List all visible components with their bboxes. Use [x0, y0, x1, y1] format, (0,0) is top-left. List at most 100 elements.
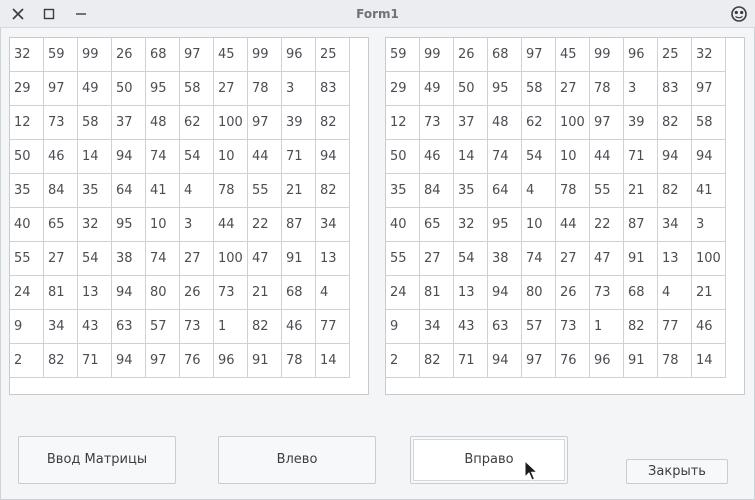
grid-cell[interactable]: 44 [555, 207, 590, 242]
grid-cell[interactable]: 71 [623, 139, 658, 174]
grid-cell[interactable]: 95 [487, 207, 522, 242]
grid-cell[interactable]: 73 [43, 105, 78, 140]
grid-cell[interactable]: 82 [419, 343, 454, 378]
left-matrix-grid[interactable]: 32 59 99 26 68 97 45 99 96 25 29 97 49 50 95 58 27 78 3 83 1… [9, 37, 369, 395]
grid-cell[interactable]: 74 [145, 139, 180, 174]
grid-cell[interactable]: 96 [623, 38, 658, 72]
grid-cell[interactable]: 49 [419, 71, 454, 106]
grid-cell[interactable]: 14 [453, 139, 488, 174]
grid-cell[interactable]: 21 [247, 275, 282, 310]
grid-cell[interactable]: 29 [10, 71, 44, 106]
grid-cell[interactable]: 58 [521, 71, 556, 106]
grid-cell[interactable]: 71 [453, 343, 488, 378]
grid-cell[interactable]: 26 [555, 275, 590, 310]
grid-cell[interactable]: 21 [691, 275, 726, 310]
grid-cell[interactable]: 49 [77, 71, 112, 106]
grid-cell[interactable]: 95 [111, 207, 146, 242]
grid-cell[interactable]: 4 [657, 275, 692, 310]
grid-cell[interactable]: 54 [179, 139, 214, 174]
grid-cell[interactable]: 54 [521, 139, 556, 174]
grid-cell[interactable]: 35 [386, 173, 420, 208]
grid-cell[interactable]: 27 [179, 241, 214, 276]
grid-cell[interactable]: 97 [247, 105, 282, 140]
grid-cell[interactable]: 26 [111, 38, 146, 72]
grid-cell[interactable]: 96 [281, 38, 316, 72]
grid-cell[interactable]: 63 [111, 309, 146, 344]
grid-cell[interactable]: 71 [281, 139, 316, 174]
grid-cell[interactable]: 38 [111, 241, 146, 276]
grid-cell[interactable]: 39 [281, 105, 316, 140]
grid-cell[interactable]: 40 [10, 207, 44, 242]
grid-cell[interactable]: 34 [315, 207, 350, 242]
grid-cell[interactable]: 2 [10, 343, 44, 378]
grid-cell[interactable]: 45 [555, 38, 590, 72]
grid-cell[interactable]: 12 [386, 105, 420, 140]
grid-cell[interactable]: 82 [315, 105, 350, 140]
grid-cell[interactable]: 97 [521, 343, 556, 378]
grid-cell[interactable]: 27 [43, 241, 78, 276]
grid-cell[interactable]: 37 [111, 105, 146, 140]
grid-cell[interactable]: 82 [657, 105, 692, 140]
grid-cell[interactable]: 27 [213, 71, 248, 106]
grid-cell[interactable]: 82 [657, 173, 692, 208]
grid-cell[interactable]: 27 [555, 241, 590, 276]
grid-cell[interactable]: 94 [111, 139, 146, 174]
grid-cell[interactable]: 73 [589, 275, 624, 310]
grid-cell[interactable]: 97 [145, 343, 180, 378]
grid-cell[interactable]: 57 [145, 309, 180, 344]
grid-cell[interactable]: 81 [43, 275, 78, 310]
grid-cell[interactable]: 43 [77, 309, 112, 344]
grid-cell[interactable]: 82 [43, 343, 78, 378]
grid-cell[interactable]: 50 [386, 139, 420, 174]
grid-cell[interactable]: 99 [247, 38, 282, 72]
grid-cell[interactable]: 97 [589, 105, 624, 140]
grid-cell[interactable]: 74 [521, 241, 556, 276]
grid-cell[interactable]: 84 [43, 173, 78, 208]
grid-cell[interactable]: 24 [386, 275, 420, 310]
grid-cell[interactable]: 13 [315, 241, 350, 276]
grid-cell[interactable]: 35 [77, 173, 112, 208]
grid-cell[interactable]: 78 [657, 343, 692, 378]
grid-cell[interactable]: 100 [213, 105, 248, 140]
grid-cell[interactable]: 45 [213, 38, 248, 72]
grid-cell[interactable]: 83 [657, 71, 692, 106]
grid-cell[interactable]: 94 [111, 343, 146, 378]
grid-cell[interactable]: 27 [419, 241, 454, 276]
grid-cell[interactable]: 29 [386, 71, 420, 106]
grid-cell[interactable]: 27 [555, 71, 590, 106]
grid-cell[interactable]: 41 [145, 173, 180, 208]
grid-cell[interactable]: 97 [691, 71, 726, 106]
grid-cell[interactable]: 91 [623, 241, 658, 276]
grid-cell[interactable]: 96 [213, 343, 248, 378]
grid-cell[interactable]: 73 [179, 309, 214, 344]
grid-cell[interactable]: 55 [386, 241, 420, 276]
grid-cell[interactable]: 68 [487, 38, 522, 72]
grid-cell[interactable]: 94 [315, 139, 350, 174]
grid-cell[interactable]: 99 [589, 38, 624, 72]
grid-cell[interactable]: 94 [691, 139, 726, 174]
grid-cell[interactable]: 35 [10, 173, 44, 208]
grid-cell[interactable]: 46 [281, 309, 316, 344]
grid-cell[interactable]: 1 [213, 309, 248, 344]
grid-cell[interactable]: 58 [691, 105, 726, 140]
grid-cell[interactable]: 63 [487, 309, 522, 344]
grid-cell[interactable]: 10 [213, 139, 248, 174]
grid-cell[interactable]: 41 [691, 173, 726, 208]
grid-cell[interactable]: 4 [315, 275, 350, 310]
grid-cell[interactable]: 68 [145, 38, 180, 72]
grid-cell[interactable]: 10 [521, 207, 556, 242]
grid-cell[interactable]: 87 [623, 207, 658, 242]
grid-cell[interactable]: 32 [10, 38, 44, 72]
grid-cell[interactable]: 21 [623, 173, 658, 208]
grid-cell[interactable]: 78 [555, 173, 590, 208]
grid-cell[interactable]: 73 [213, 275, 248, 310]
grid-cell[interactable]: 13 [657, 241, 692, 276]
grid-cell[interactable]: 54 [453, 241, 488, 276]
grid-cell[interactable]: 76 [179, 343, 214, 378]
grid-cell[interactable]: 48 [145, 105, 180, 140]
grid-cell[interactable]: 13 [77, 275, 112, 310]
grid-cell[interactable]: 94 [487, 343, 522, 378]
grid-cell[interactable]: 99 [419, 38, 454, 72]
grid-cell[interactable]: 26 [453, 38, 488, 72]
grid-cell[interactable]: 68 [281, 275, 316, 310]
